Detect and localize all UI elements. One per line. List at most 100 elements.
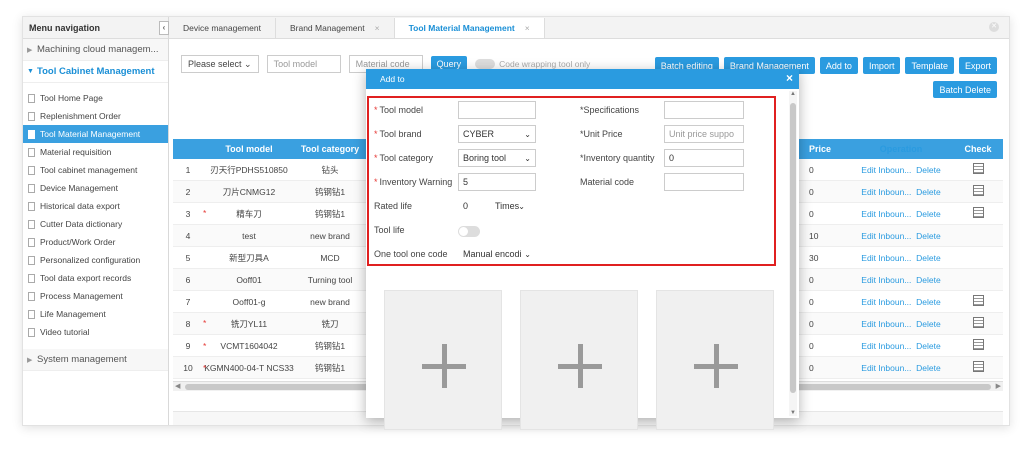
sidebar-item-video-tutorial[interactable]: Video tutorial xyxy=(23,323,168,341)
inventory-quantity-input[interactable]: 0 xyxy=(664,149,744,167)
tool-model-filter-input[interactable]: Tool model xyxy=(266,55,341,73)
status-select[interactable]: Please select ⌄ xyxy=(181,55,259,73)
template-button[interactable]: Template xyxy=(905,57,954,74)
document-icon xyxy=(28,237,35,247)
material-code-input[interactable] xyxy=(664,173,744,191)
sidebar-item-life-management[interactable]: Life Management xyxy=(23,305,168,323)
check-detail-icon[interactable] xyxy=(972,317,984,328)
delete-link[interactable]: Delete xyxy=(916,209,941,219)
image-upload-1[interactable] xyxy=(384,290,502,430)
sidebar-item-tool-material-management[interactable]: Tool Material Management xyxy=(23,125,168,143)
inventory-warning-input[interactable]: 5 xyxy=(458,173,536,191)
sidebar-item-replenishment-order[interactable]: Replenishment Order xyxy=(23,107,168,125)
tool-model-input[interactable] xyxy=(458,101,536,119)
specifications-input[interactable] xyxy=(664,101,744,119)
delete-link[interactable]: Delete xyxy=(916,231,941,241)
sidebar-item-label: Tool Home Page xyxy=(40,93,103,103)
delete-link[interactable]: Delete xyxy=(916,341,941,351)
edit-inbound-link[interactable]: Edit Inboun... xyxy=(861,319,911,329)
edit-inbound-link[interactable]: Edit Inboun... xyxy=(861,363,911,373)
check-detail-icon[interactable] xyxy=(972,339,984,350)
tab-tool-material-management[interactable]: Tool Material Management × xyxy=(394,18,545,38)
row-price: 10 xyxy=(809,230,819,241)
one-tool-one-code-label: One tool one code xyxy=(374,249,448,259)
collapse-sidebar-button[interactable]: ‹ xyxy=(159,20,169,35)
toggle-switch[interactable] xyxy=(475,59,496,69)
unit-price-input[interactable]: Unit price suppo xyxy=(664,125,744,143)
tab-brand-management[interactable]: Brand Management × xyxy=(275,18,395,38)
sidebar-item-tool-cabinet-management[interactable]: Tool cabinet management xyxy=(23,161,168,179)
batch-delete-button[interactable]: Batch Delete xyxy=(933,81,997,98)
sidebar-item-tool-home-page[interactable]: Tool Home Page xyxy=(23,89,168,107)
check-detail-icon[interactable] xyxy=(972,361,984,372)
one-tool-one-code-select[interactable]: Manual encodi ⌄ xyxy=(458,245,536,263)
add-to-button[interactable]: Add to xyxy=(819,57,858,74)
sidebar-item-cutter-data-dictionary[interactable]: Cutter Data dictionary xyxy=(23,215,168,233)
close-icon[interactable]: × xyxy=(375,23,380,33)
edit-inbound-link[interactable]: Edit Inboun... xyxy=(861,231,911,241)
sidebar-item-tool-data-export-records[interactable]: Tool data export records xyxy=(23,269,168,287)
check-detail-icon[interactable] xyxy=(972,207,984,218)
sidebar-item-device-management[interactable]: Device Management xyxy=(23,179,168,197)
tool-life-toggle[interactable] xyxy=(458,226,480,237)
scroll-up-icon[interactable]: ▲ xyxy=(790,91,796,97)
row-tool-model: Ooff01-g xyxy=(203,297,295,307)
row-operation: Edit Inboun... Delete xyxy=(849,275,953,285)
tool-category-label: * Tool category xyxy=(374,153,433,163)
delete-link[interactable]: Delete xyxy=(916,363,941,373)
delete-link[interactable]: Delete xyxy=(916,253,941,263)
edit-inbound-link[interactable]: Edit Inboun... xyxy=(861,209,911,219)
rated-life-unit-select[interactable]: Times ⌄ xyxy=(490,197,530,215)
tool-model-label: * Tool model xyxy=(374,105,423,115)
tab-device-management[interactable]: Device management xyxy=(169,18,276,38)
check-detail-icon[interactable] xyxy=(972,295,984,306)
tool-brand-select[interactable]: CYBER ⌄ xyxy=(458,125,536,143)
chevron-down-icon: ▼ xyxy=(27,68,34,75)
import-button[interactable]: Import xyxy=(862,57,901,74)
sidebar-group-tool-cabinet[interactable]: ▼ Tool Cabinet Management xyxy=(23,61,168,83)
edit-inbound-link[interactable]: Edit Inboun... xyxy=(861,165,911,175)
delete-link[interactable]: Delete xyxy=(916,165,941,175)
scroll-down-icon[interactable]: ▼ xyxy=(790,410,796,416)
delete-link[interactable]: Delete xyxy=(916,275,941,285)
sidebar-item-personalized-configuration[interactable]: Personalized configuration xyxy=(23,251,168,269)
edit-inbound-link[interactable]: Edit Inboun... xyxy=(861,275,911,285)
sidebar-item-label: Product/Work Order xyxy=(40,237,116,247)
delete-link[interactable]: Delete xyxy=(916,319,941,329)
sidebar-item-historical-data-export[interactable]: Historical data export xyxy=(23,197,168,215)
check-detail-icon[interactable] xyxy=(972,163,984,174)
scrollbar-thumb[interactable] xyxy=(790,103,796,393)
close-all-tabs-icon[interactable]: ✕ xyxy=(989,22,999,32)
rated-life-input[interactable]: 0 xyxy=(458,197,490,215)
code-wrapping-toggle[interactable]: Code wrapping tool only xyxy=(475,59,590,69)
close-icon[interactable]: × xyxy=(786,71,793,85)
export-button[interactable]: Export xyxy=(958,57,997,74)
sidebar-item-product-work-order[interactable]: Product/Work Order xyxy=(23,233,168,251)
sidebar-group-system-management[interactable]: ▶ System management xyxy=(23,349,168,371)
select-value: Manual encodi xyxy=(463,249,522,259)
sidebar-group-machining-cloud[interactable]: ▶ Machining cloud managem... xyxy=(23,39,168,61)
check-detail-icon[interactable] xyxy=(972,185,984,196)
sidebar-item-label: Personalized configuration xyxy=(40,255,141,265)
edit-inbound-link[interactable]: Edit Inboun... xyxy=(861,253,911,263)
row-tool-category: 钨钢钻1 xyxy=(314,208,346,219)
document-icon xyxy=(28,273,35,283)
chevron-down-icon: ⌄ xyxy=(524,249,531,259)
delete-link[interactable]: Delete xyxy=(916,297,941,307)
image-upload-3[interactable] xyxy=(656,290,774,430)
close-icon[interactable]: × xyxy=(525,23,530,33)
delete-link[interactable]: Delete xyxy=(916,187,941,197)
scroll-left-icon[interactable]: ◀ xyxy=(175,382,180,390)
dialog-vertical-scrollbar[interactable]: ▲ ▼ xyxy=(789,91,797,416)
edit-inbound-link[interactable]: Edit Inboun... xyxy=(861,297,911,307)
sidebar-item-process-management[interactable]: Process Management xyxy=(23,287,168,305)
edit-inbound-link[interactable]: Edit Inboun... xyxy=(861,187,911,197)
tool-category-select[interactable]: Boring tool ⌄ xyxy=(458,149,536,167)
image-upload-2[interactable] xyxy=(520,290,638,430)
chevron-down-icon: ⌄ xyxy=(524,129,531,139)
required-mark: * xyxy=(203,362,207,373)
row-tool-category: MCD xyxy=(320,252,340,263)
edit-inbound-link[interactable]: Edit Inboun... xyxy=(861,341,911,351)
scroll-right-icon[interactable]: ▶ xyxy=(996,382,1001,390)
sidebar-item-material-requisition[interactable]: Material requisition xyxy=(23,143,168,161)
